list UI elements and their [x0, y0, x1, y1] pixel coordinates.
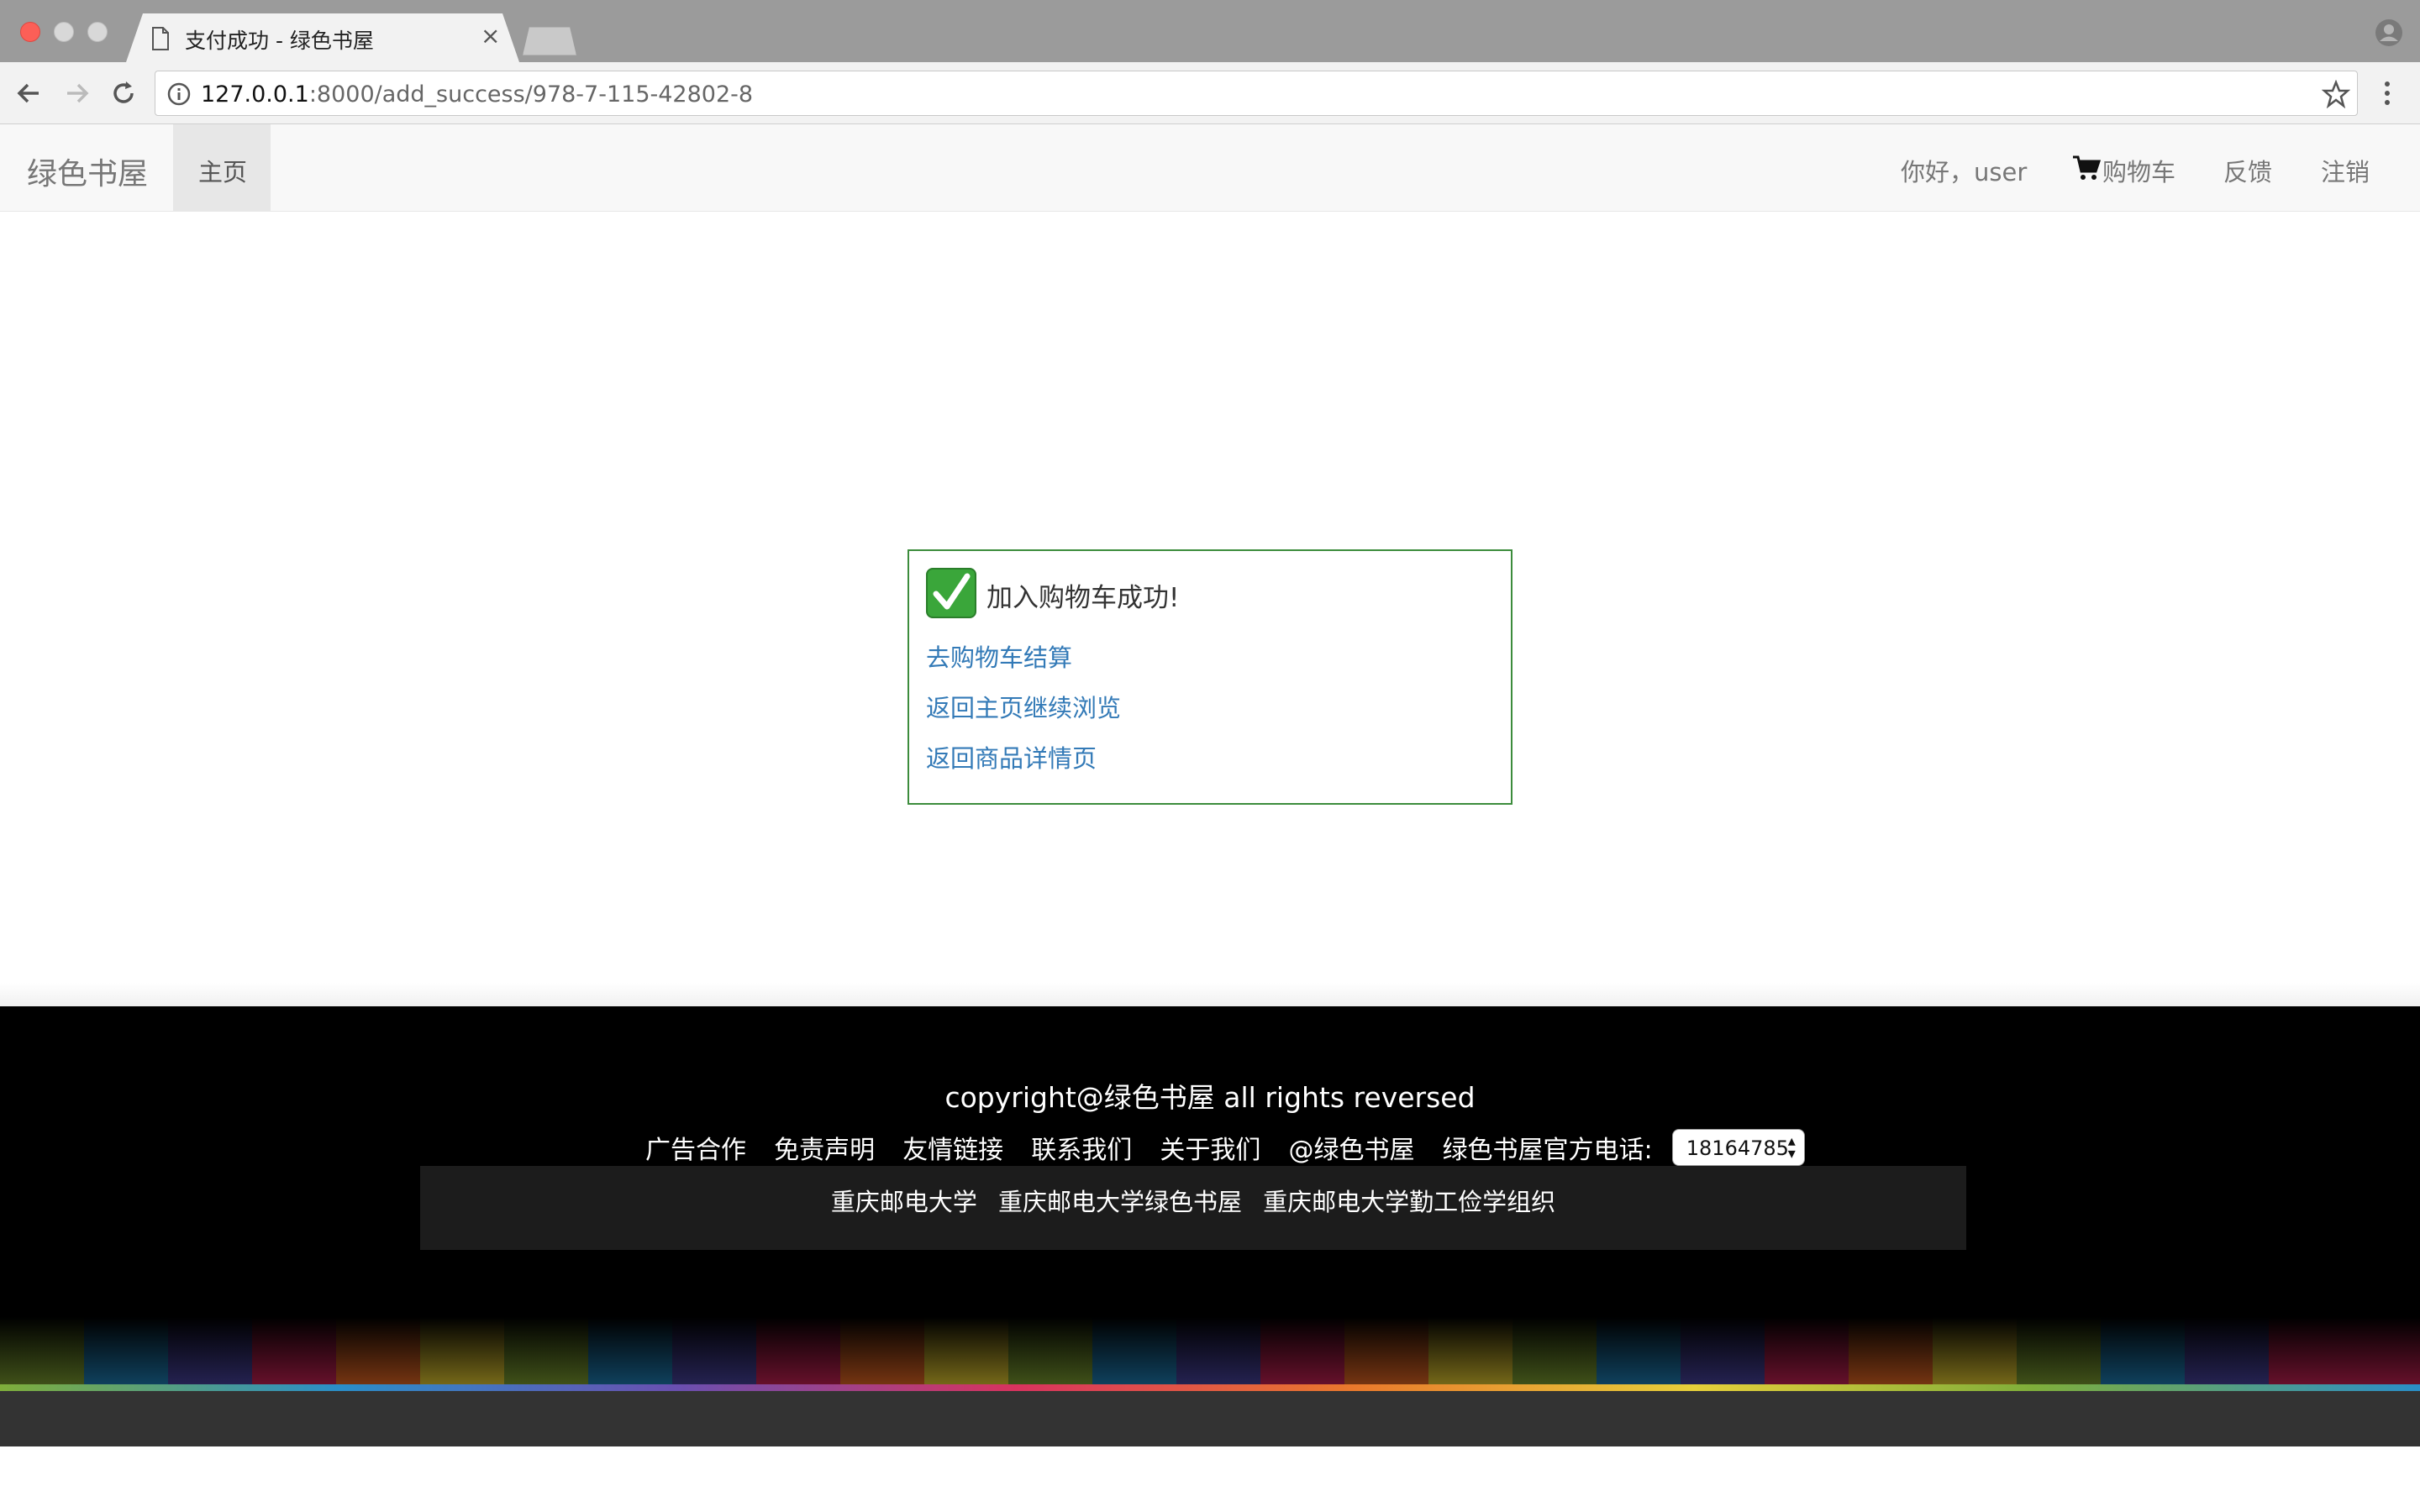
footer-bar-link[interactable]: 重庆邮电大学勤工俭学组织: [1263, 1183, 1555, 1218]
footer-link-disclaimer[interactable]: 免责声明: [774, 1129, 875, 1166]
select-arrows-icon: ▴ ▾: [1787, 1132, 1796, 1163]
footer-rainbow-line: [0, 1384, 2420, 1391]
tab-title: 支付成功 - 绿色书屋: [185, 29, 374, 53]
go-to-cart-checkout-link[interactable]: 去购物车结算: [926, 638, 1072, 674]
footer-bar-links: 重庆邮电大学 重庆邮电大学绿色书屋 重庆邮电大学勤工俭学组织: [420, 1183, 1966, 1218]
nav-feedback[interactable]: 反馈: [2223, 153, 2272, 188]
footer-link-ads[interactable]: 广告合作: [645, 1129, 746, 1166]
success-panel: 加入购物车成功! 去购物车结算 返回主页继续浏览 返回商品详情页: [908, 549, 1512, 805]
brand-logo[interactable]: 绿色书屋: [27, 150, 148, 193]
back-to-product-detail-link[interactable]: 返回商品详情页: [926, 739, 1097, 774]
reload-icon[interactable]: [108, 77, 139, 109]
nav-home-label: 主页: [198, 158, 248, 186]
browser-titlebar: 支付成功 - 绿色书屋 ×: [0, 0, 2420, 62]
footer-fade: [0, 983, 2420, 1006]
minimize-window-button[interactable]: [54, 22, 74, 42]
info-icon[interactable]: [167, 82, 191, 106]
profile-icon[interactable]: [2375, 18, 2403, 47]
maximize-window-button[interactable]: [87, 22, 108, 42]
footer-link-contact[interactable]: 联系我们: [1031, 1129, 1132, 1166]
phone-select[interactable]: 18164785 ▴ ▾: [1671, 1129, 1805, 1166]
close-window-button[interactable]: [20, 22, 40, 42]
page-bottom-blank: [0, 1446, 2420, 1512]
footer-bottom-strip: [0, 1391, 2420, 1446]
phone-select-value: 18164785: [1686, 1137, 1789, 1160]
check-icon: [926, 568, 976, 618]
back-arrow-icon[interactable]: [13, 77, 45, 109]
tab-close-button[interactable]: ×: [481, 22, 500, 50]
success-message: 加入购物车成功!: [986, 583, 1180, 613]
footer-link-account[interactable]: @绿色书屋: [1288, 1129, 1414, 1166]
back-to-home-link[interactable]: 返回主页继续浏览: [926, 689, 1121, 724]
menu-icon[interactable]: [2375, 77, 2400, 109]
copyright-text: copyright@绿色书屋 all rights reversed: [944, 1081, 1476, 1114]
browser-toolbar: 127.0.0.1:8000/add_success/978-7-115-428…: [0, 62, 2420, 124]
url-text[interactable]: 127.0.0.1:8000/add_success/978-7-115-428…: [201, 81, 753, 108]
address-bar[interactable]: 127.0.0.1:8000/add_success/978-7-115-428…: [155, 71, 2358, 116]
forward-arrow-icon[interactable]: [60, 77, 92, 109]
footer-link-bar: 重庆邮电大学 重庆邮电大学绿色书屋 重庆邮电大学勤工俭学组织: [420, 1166, 1966, 1250]
nav-cart-label: 购物车: [2102, 158, 2176, 186]
phone-label: 绿色书屋官方电话:: [1442, 1136, 1653, 1165]
nav-logout[interactable]: 注销: [2321, 153, 2370, 188]
nav-greeting[interactable]: 你好，user: [1901, 153, 2027, 188]
cart-icon: [2073, 155, 2101, 180]
browser-tab-active[interactable]: 支付成功 - 绿色书屋 ×: [126, 13, 519, 62]
page-icon: [152, 27, 169, 50]
new-tab-button[interactable]: [523, 27, 576, 55]
footer-link-friends[interactable]: 友情链接: [902, 1129, 1003, 1166]
footer-rainbow-decoration: [0, 1317, 2420, 1393]
footer-bar-link[interactable]: 重庆邮电大学绿色书屋: [998, 1183, 1242, 1218]
footer-link-about[interactable]: 关于我们: [1160, 1129, 1260, 1166]
star-icon[interactable]: [2322, 80, 2350, 108]
site-navbar: 绿色书屋 主页 你好，user 购物车 反馈 注销: [0, 124, 2420, 212]
footer-bar-link[interactable]: 重庆邮电大学: [831, 1183, 977, 1218]
footer-links: 广告合作 免责声明 友情链接 联系我们 关于我们 @绿色书屋 绿色书屋官方电话:…: [645, 1129, 1805, 1171]
nav-home[interactable]: 主页: [173, 124, 271, 212]
